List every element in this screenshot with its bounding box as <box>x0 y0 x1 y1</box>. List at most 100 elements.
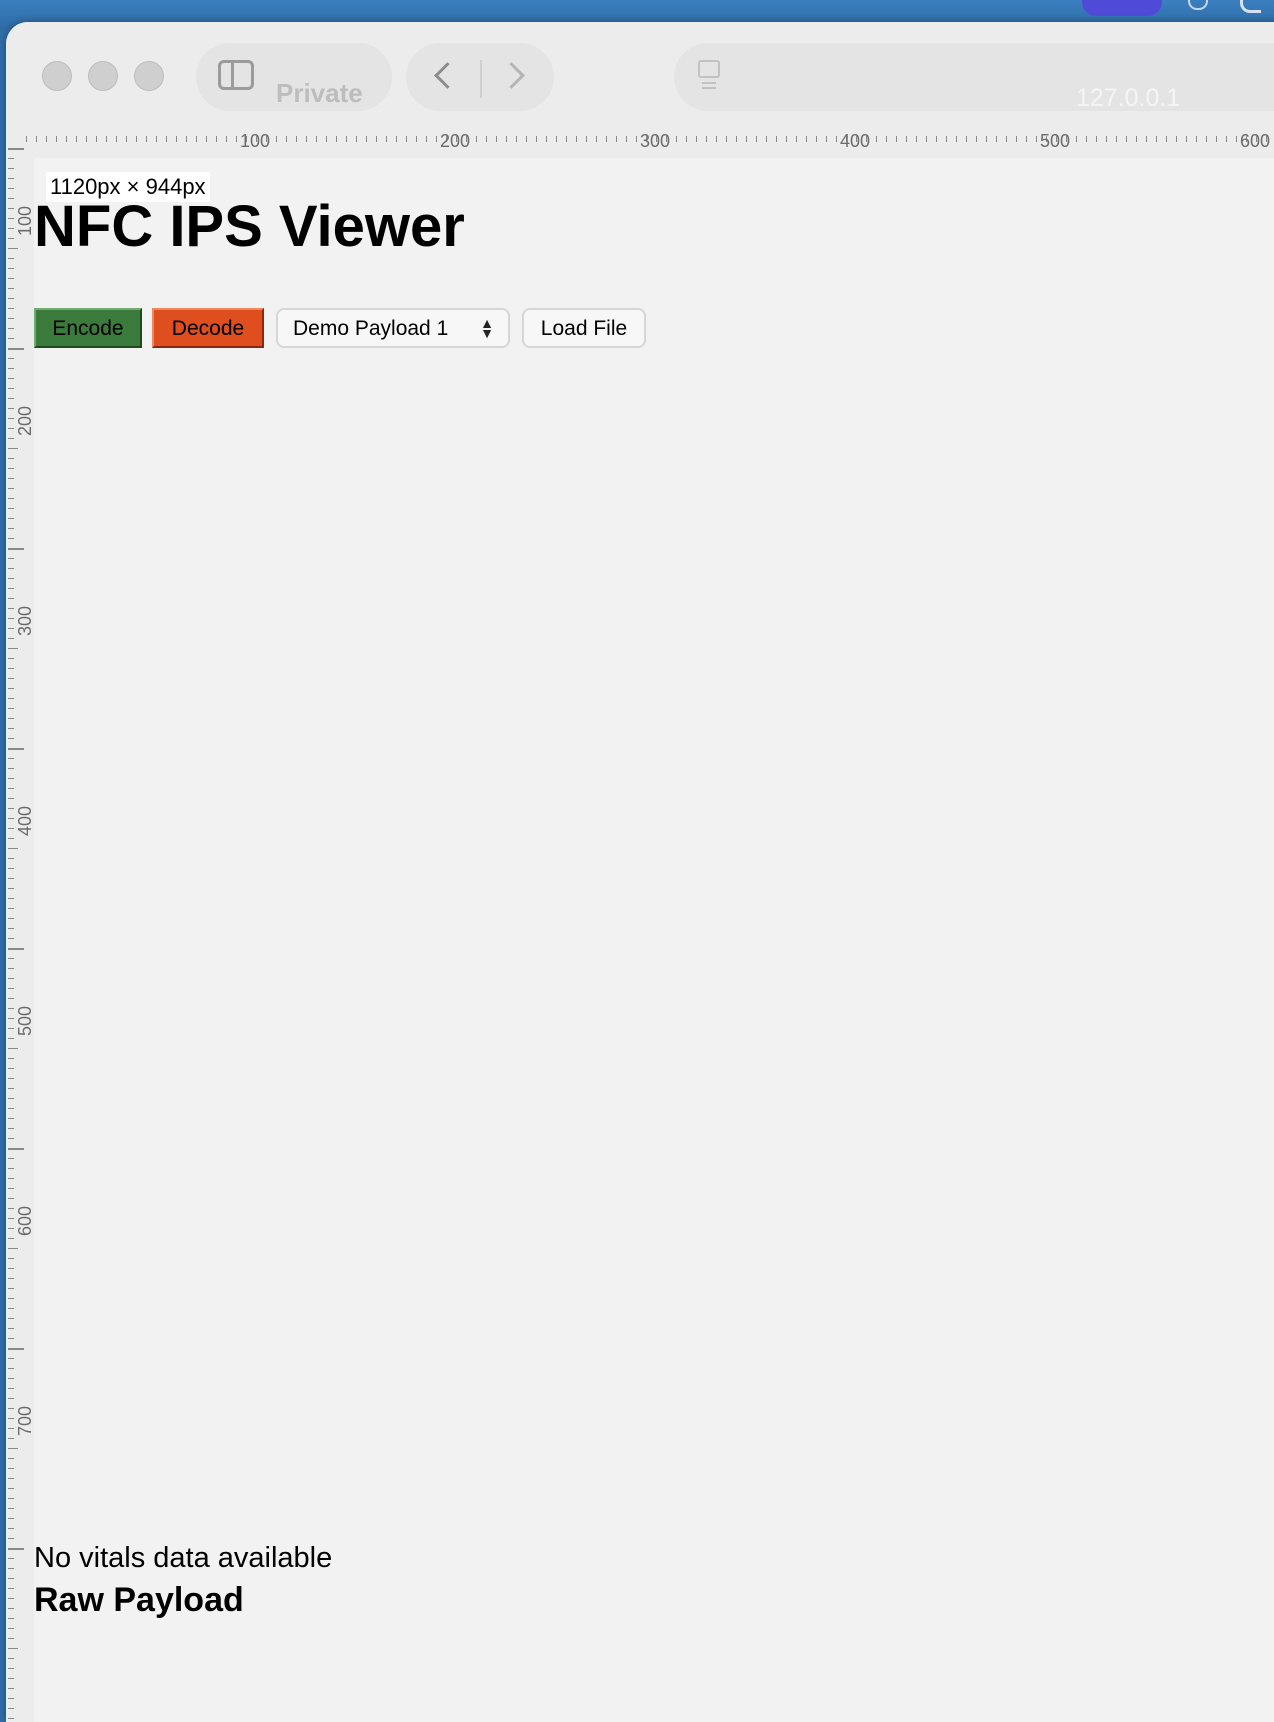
ruler-tick <box>8 678 14 679</box>
ruler-tick <box>8 258 14 259</box>
payload-select[interactable]: Demo Payload 1 ▲ ▼ <box>276 308 510 348</box>
ruler-tick <box>1086 136 1087 142</box>
ruler-tick <box>836 136 837 142</box>
ruler-tick <box>116 136 117 142</box>
close-window-button[interactable] <box>42 61 72 91</box>
ruler-tick <box>8 428 14 429</box>
ruler-tick <box>8 288 14 289</box>
ruler-tick <box>8 598 14 599</box>
ruler-tick <box>746 136 747 142</box>
ruler-tick <box>8 968 14 969</box>
ruler-tick <box>8 1118 14 1119</box>
ruler-tick <box>8 1158 14 1159</box>
payload-select-value: Demo Payload 1 <box>293 317 449 340</box>
zoom-window-button[interactable] <box>134 61 164 91</box>
ruler-tick <box>8 1278 14 1279</box>
ruler-tick <box>8 1418 14 1419</box>
ruler-tick <box>626 136 627 142</box>
minimize-window-button[interactable] <box>88 61 118 91</box>
page-title: NFC IPS Viewer <box>34 194 465 259</box>
ruler-tick <box>8 688 14 689</box>
ruler-tick <box>8 1078 14 1079</box>
ruler-tick <box>8 1018 14 1019</box>
ruler-tick <box>8 1458 14 1459</box>
ruler-label: 500 <box>15 1005 35 1036</box>
vitals-status-text: No vitals data available <box>34 1542 333 1574</box>
ruler-tick <box>8 218 14 219</box>
ruler-tick <box>8 1638 14 1639</box>
ruler-tick <box>76 136 77 142</box>
ruler-tick <box>8 248 18 249</box>
address-bar[interactable] <box>674 43 1274 111</box>
ruler-tick <box>8 1648 18 1649</box>
ruler-tick <box>756 136 757 142</box>
ruler-label: 100 <box>15 205 35 236</box>
ruler-label: 300 <box>15 605 35 636</box>
ruler-tick <box>286 136 287 142</box>
ruler-tick <box>8 1428 14 1429</box>
ruler-tick <box>1096 136 1097 142</box>
ruler-tick <box>8 1408 14 1409</box>
ruler-label: 500 <box>1040 131 1071 151</box>
ruler-tick <box>8 358 14 359</box>
ruler-tick <box>8 418 14 419</box>
ruler-tick <box>216 136 217 142</box>
ruler-tick <box>8 208 14 209</box>
ruler-tick <box>8 918 14 919</box>
sidebar-toggle-icon[interactable] <box>218 60 254 90</box>
ruler-tick <box>796 136 797 142</box>
ruler-tick <box>906 136 907 142</box>
ruler-tick <box>8 548 24 550</box>
menubar-status-icon[interactable] <box>1240 0 1261 13</box>
page-viewport: 1120px × 944px NFC IPS Viewer Encode Dec… <box>34 158 1274 1722</box>
ruler-tick <box>8 978 14 979</box>
ruler-tick <box>8 168 14 169</box>
ruler-tick <box>8 1068 14 1069</box>
ruler-tick <box>8 1628 14 1629</box>
ruler-tick <box>8 1598 14 1599</box>
ruler-tick <box>1186 136 1187 142</box>
ruler-tick <box>8 858 14 859</box>
ruler-tick <box>526 136 527 142</box>
address-text[interactable]: 127.0.0.1 <box>1076 86 1180 111</box>
ruler-tick <box>8 268 14 269</box>
ruler-tick <box>8 1548 24 1550</box>
ruler-tick <box>826 136 827 142</box>
ruler-tick <box>8 1688 14 1689</box>
ruler-label: 400 <box>15 805 35 836</box>
ruler-tick <box>8 778 14 779</box>
ruler-tick <box>8 1368 14 1369</box>
ruler-tick <box>8 388 14 389</box>
ruler-tick <box>576 136 577 142</box>
ruler-tick <box>776 136 777 142</box>
menubar-app-icon[interactable] <box>1188 0 1208 10</box>
ruler-tick <box>186 136 187 142</box>
ruler-tick <box>8 328 14 329</box>
ruler-tick <box>616 136 617 142</box>
select-updown-icon: ▲ ▼ <box>480 315 494 341</box>
ruler-tick <box>8 1498 14 1499</box>
load-file-button[interactable]: Load File <box>522 308 646 348</box>
encode-button[interactable]: Encode <box>34 308 142 348</box>
ruler-tick <box>536 136 537 142</box>
page-icon[interactable] <box>698 60 720 84</box>
ruler-tick <box>806 136 807 142</box>
browser-window: Private 127.0.0.1 100 200 300 400 500 600 100… <box>6 22 1274 1722</box>
ruler-tick <box>716 136 717 142</box>
ruler-tick <box>8 228 14 229</box>
ruler-tick <box>8 1558 14 1559</box>
screen-share-indicator-icon[interactable] <box>1082 0 1162 16</box>
ruler-tick <box>8 1568 14 1569</box>
ruler-tick <box>8 438 14 439</box>
ruler-tick <box>1026 136 1027 142</box>
ruler-tick <box>8 1308 14 1309</box>
ruler-tick <box>8 748 24 750</box>
ruler-tick <box>8 1678 14 1679</box>
ruler-tick <box>8 1468 14 1469</box>
ruler-tick <box>376 136 377 142</box>
ruler-tick <box>8 1388 14 1389</box>
ruler-tick <box>106 136 107 142</box>
ruler-tick <box>8 998 14 999</box>
ruler-tick <box>8 1218 14 1219</box>
decode-button[interactable]: Decode <box>152 308 264 348</box>
